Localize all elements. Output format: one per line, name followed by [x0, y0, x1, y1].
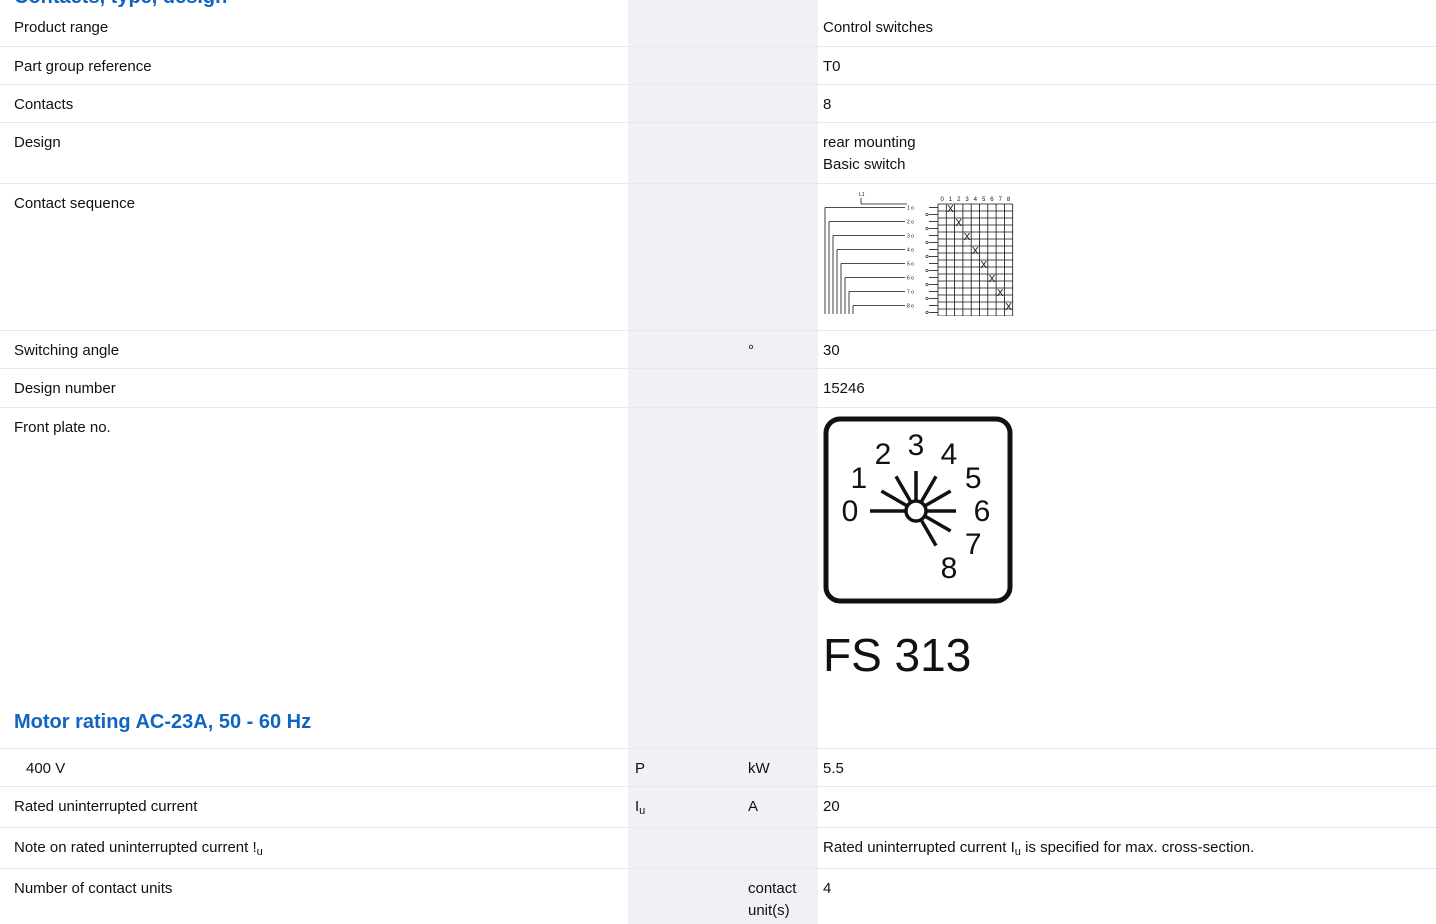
row-rated-current: Rated uninterrupted current Iu A 20 — [0, 787, 1436, 828]
row-product-range: Product range Control switches — [0, 8, 1436, 47]
sequence-terminal-label: 5 o — [907, 262, 914, 268]
sequence-x-mark: X — [972, 246, 979, 257]
sequence-column-label: 6 — [990, 197, 994, 203]
sequence-x-mark: X — [989, 274, 996, 285]
contacts-label: Contacts — [14, 96, 74, 113]
row-front-plate: Front plate no. 012345678 FS 313 — [0, 408, 1436, 700]
sequence-column-label: 5 — [982, 197, 986, 203]
motor-section-header: Motor rating AC-23A, 50 - 60 Hz — [0, 701, 1436, 749]
dial-position-label: 1 — [850, 462, 867, 495]
front-plate-caption: FS 313 — [823, 629, 972, 681]
row-note-current: Note on rated uninterrupted current !u R… — [0, 828, 1436, 869]
sequence-terminal-dot — [925, 255, 929, 259]
rated-current-value: 20 — [823, 798, 840, 815]
400v-unit: kW — [748, 760, 770, 777]
part-group-value: T0 — [823, 58, 841, 75]
rated-current-label: Rated uninterrupted current — [14, 798, 198, 815]
sequence-x-mark: X — [980, 260, 987, 271]
dial-position-label: 7 — [965, 528, 982, 561]
note-current-label: Note on rated uninterrupted current !u — [14, 839, 263, 858]
dial-position-label: 8 — [941, 552, 958, 585]
section-header-text: Contacts, type, design — [14, 0, 227, 8]
contacts-value: 8 — [823, 96, 832, 113]
rated-current-unit: A — [748, 798, 759, 815]
sequence-terminal-label: 4 o — [907, 248, 914, 254]
row-contact-units: Number of contact units contact unit(s) … — [0, 869, 1436, 924]
sequence-x-mark: X — [997, 288, 1004, 299]
sequence-terminal-dot — [925, 226, 929, 230]
row-switching-angle: Switching angle ° 30 — [0, 331, 1436, 369]
dial-position-label: 0 — [842, 495, 859, 528]
400v-symbol: P — [635, 760, 646, 777]
sequence-column-label: 3 — [965, 197, 969, 203]
sequence-terminal-dot — [925, 297, 929, 301]
sequence-x-mark: X — [955, 218, 962, 229]
sequence-terminal-label: 1 o — [907, 206, 914, 212]
section-header-clipped: Contacts, type, design — [0, 0, 1436, 8]
sequence-x-mark: X — [964, 232, 971, 243]
dial-position-label: 5 — [965, 462, 982, 495]
sequence-column-label: 0 — [940, 197, 944, 203]
dial-center-circle — [904, 499, 928, 523]
sequence-column-label: 2 — [957, 197, 961, 203]
sequence-x-mark: X — [1005, 302, 1012, 313]
design-number-label: Design number — [14, 380, 116, 397]
product-range-value: Control switches — [823, 19, 934, 36]
design-number-value: 15246 — [823, 380, 865, 397]
switching-angle-value: 30 — [823, 342, 840, 359]
dial-position-label: 3 — [908, 429, 925, 462]
design-value: rear mounting Basic switch — [823, 132, 916, 176]
rated-current-symbol: Iu — [635, 798, 646, 817]
design-label: Design — [14, 134, 61, 151]
sequence-terminal-label: 3 o — [907, 234, 914, 240]
part-group-label: Part group reference — [14, 58, 152, 75]
row-design: Design rear mounting Basic switch — [0, 123, 1436, 184]
front-plate-label: Front plate no. — [14, 419, 111, 436]
product-range-label: Product range — [14, 19, 109, 36]
sequence-column-label: 4 — [974, 197, 978, 203]
sequence-terminal-label: 7 o — [907, 290, 914, 296]
400v-value: 5.5 — [823, 760, 844, 777]
row-part-group: Part group reference T0 — [0, 47, 1436, 85]
sequence-terminal-dot — [925, 283, 929, 287]
sequence-x-mark: X — [947, 204, 954, 215]
contact-sequence-diagram: 0 1 2 3 4 5 6 7 8XXXXXXXXL11 o2 o3 o4 o5 o6 o7 o… — [824, 192, 1014, 316]
contact-units-label: Number of contact units — [14, 880, 173, 897]
front-plate-dial: 012 3 45678 — [823, 416, 1013, 604]
row-contact-sequence: Contact sequence 0 1 2 3 4 5 6 7 8 X X X X X X X X L1 1 o2… — [0, 184, 1436, 331]
row-contacts: Contacts 8 — [0, 85, 1436, 123]
sequence-input-label: L1 — [859, 192, 865, 198]
sequence-terminal-dot — [925, 240, 929, 244]
dial-position-label: 2 — [875, 438, 892, 471]
note-current-value: Rated uninterrupted current Iu is specif… — [823, 839, 1255, 858]
design-value-line1: rear mounting — [823, 134, 916, 151]
sequence-terminal-label: 2 o — [907, 220, 914, 226]
sequence-terminal-dot — [925, 269, 929, 273]
row-design-number: Design number 15246 — [0, 369, 1436, 408]
switching-angle-unit: ° — [748, 342, 754, 359]
row-400v: 400 V P kW 5.5 — [0, 749, 1436, 787]
contact-units-unit: contact unit(s) — [748, 880, 797, 919]
sequence-column-label: 8 — [1007, 197, 1011, 203]
sequence-terminal-label: 8 o — [907, 304, 914, 310]
sequence-terminal-label: 6 o — [907, 276, 914, 282]
dial-position-label: 6 — [974, 495, 991, 528]
motor-section-title: Motor rating AC-23A, 50 - 60 Hz — [14, 711, 312, 733]
dial-position-label: 4 — [941, 438, 958, 471]
sequence-terminal-dot — [925, 212, 929, 216]
design-value-line2: Basic switch — [823, 156, 906, 173]
sequence-terminal-dot — [925, 311, 929, 315]
contact-sequence-label: Contact sequence — [14, 195, 135, 212]
sequence-column-label: 1 — [949, 197, 953, 203]
switching-angle-label: Switching angle — [14, 342, 120, 359]
sequence-column-label: 7 — [999, 197, 1003, 203]
contact-units-value: 4 — [823, 880, 832, 897]
400v-label: 400 V — [26, 760, 66, 777]
